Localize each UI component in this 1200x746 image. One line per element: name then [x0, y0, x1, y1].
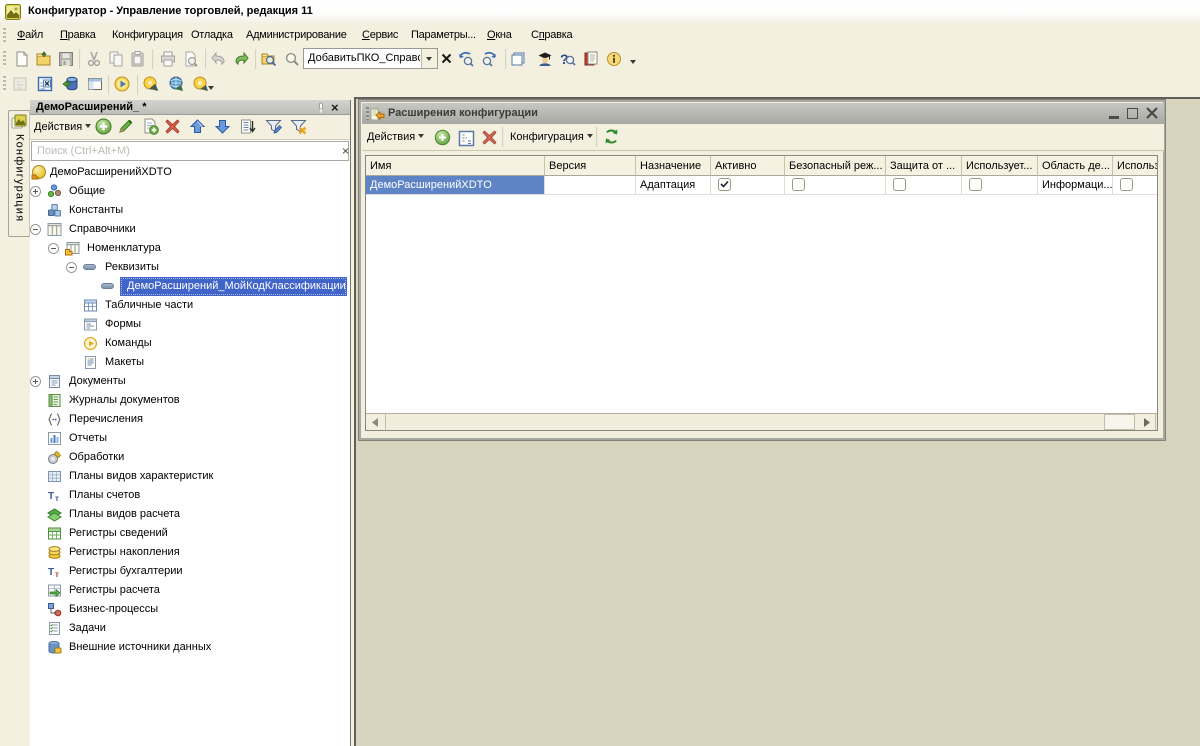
svg-text:T: T	[48, 567, 54, 578]
svg-text:T: T	[48, 491, 54, 502]
svg-text:т: т	[55, 494, 59, 503]
svg-text:т: т	[55, 570, 59, 579]
